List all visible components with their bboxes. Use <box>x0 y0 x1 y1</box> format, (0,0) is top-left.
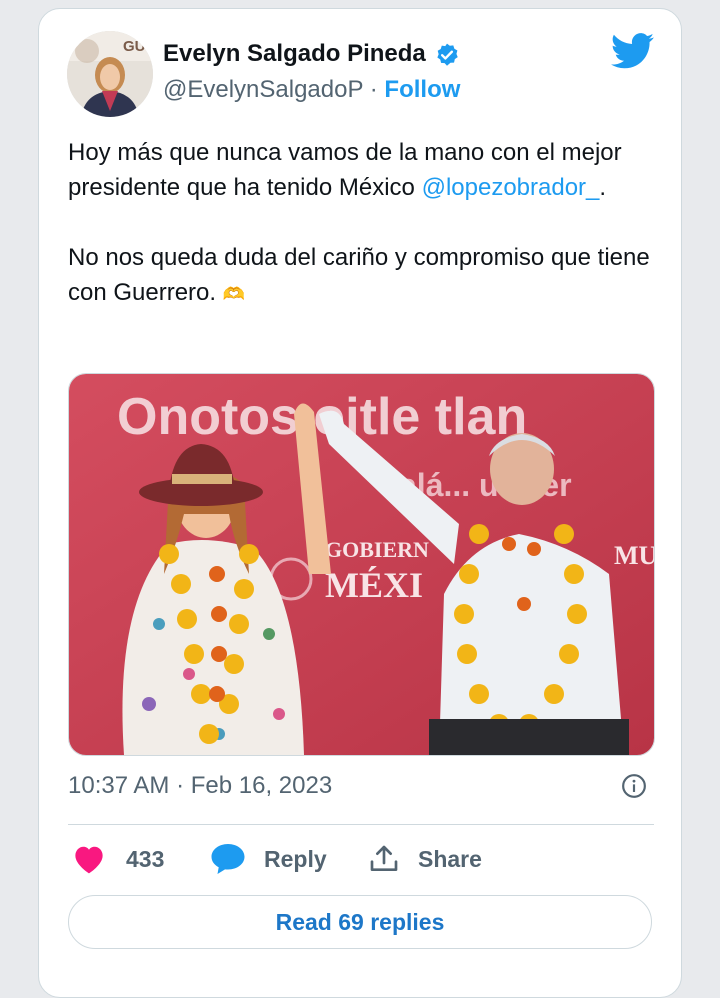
share-label: Share <box>418 845 482 872</box>
avatar-image: GU <box>67 31 153 117</box>
reply-button[interactable]: Reply <box>210 839 327 879</box>
mention-link[interactable]: @lopezobrador_ <box>422 174 600 201</box>
tweet-photo[interactable]: Onotos ojtle tlan alá... uerrer GOBIERN … <box>68 373 655 756</box>
heart-hands-emoji: 🫶 <box>222 284 246 304</box>
avatar-text: GU <box>123 38 146 55</box>
gov-text-1: GOBIERN <box>325 537 429 562</box>
action-bar: 433 Reply Share <box>68 839 654 879</box>
tweet-text-punct: . <box>599 174 607 201</box>
reply-bubble-icon <box>211 844 245 874</box>
author-avatar[interactable]: GU <box>67 31 153 117</box>
author-handle[interactable]: @EvelynSalgadoP <box>163 76 363 103</box>
like-button[interactable]: 433 <box>72 839 164 879</box>
tweet-photo-image: Onotos ojtle tlan alá... uerrer GOBIERN … <box>69 374 654 755</box>
twitter-bird-icon[interactable] <box>611 33 655 69</box>
separator-dot: · <box>369 76 378 103</box>
tweet-text-para2: No nos queda duda del cariño y compromis… <box>68 244 650 306</box>
heart-icon <box>75 846 103 874</box>
reply-label: Reply <box>264 845 327 872</box>
follow-button[interactable]: Follow <box>384 76 460 103</box>
gov-text-2: MÉXI <box>325 565 423 605</box>
tweet-text: Hoy más que nunca vamos de la mano con e… <box>68 135 658 312</box>
verified-badge-icon <box>437 43 458 66</box>
right-text: MU <box>614 541 654 570</box>
author-name[interactable]: Evelyn Salgado Pineda <box>163 39 426 69</box>
share-icon <box>370 845 398 871</box>
share-button[interactable]: Share <box>368 839 482 879</box>
read-replies-button[interactable]: Read 69 replies <box>68 895 652 949</box>
info-icon[interactable] <box>621 773 647 799</box>
divider <box>68 824 654 825</box>
like-count: 433 <box>126 845 165 872</box>
tweet-card: GU Evelyn Salgado Pineda @EvelynSalgadoP… <box>38 8 682 998</box>
tweet-timestamp[interactable]: 10:37 AM · Feb 16, 2023 <box>68 771 332 801</box>
handle-row: @EvelynSalgadoP · Follow <box>163 75 460 105</box>
